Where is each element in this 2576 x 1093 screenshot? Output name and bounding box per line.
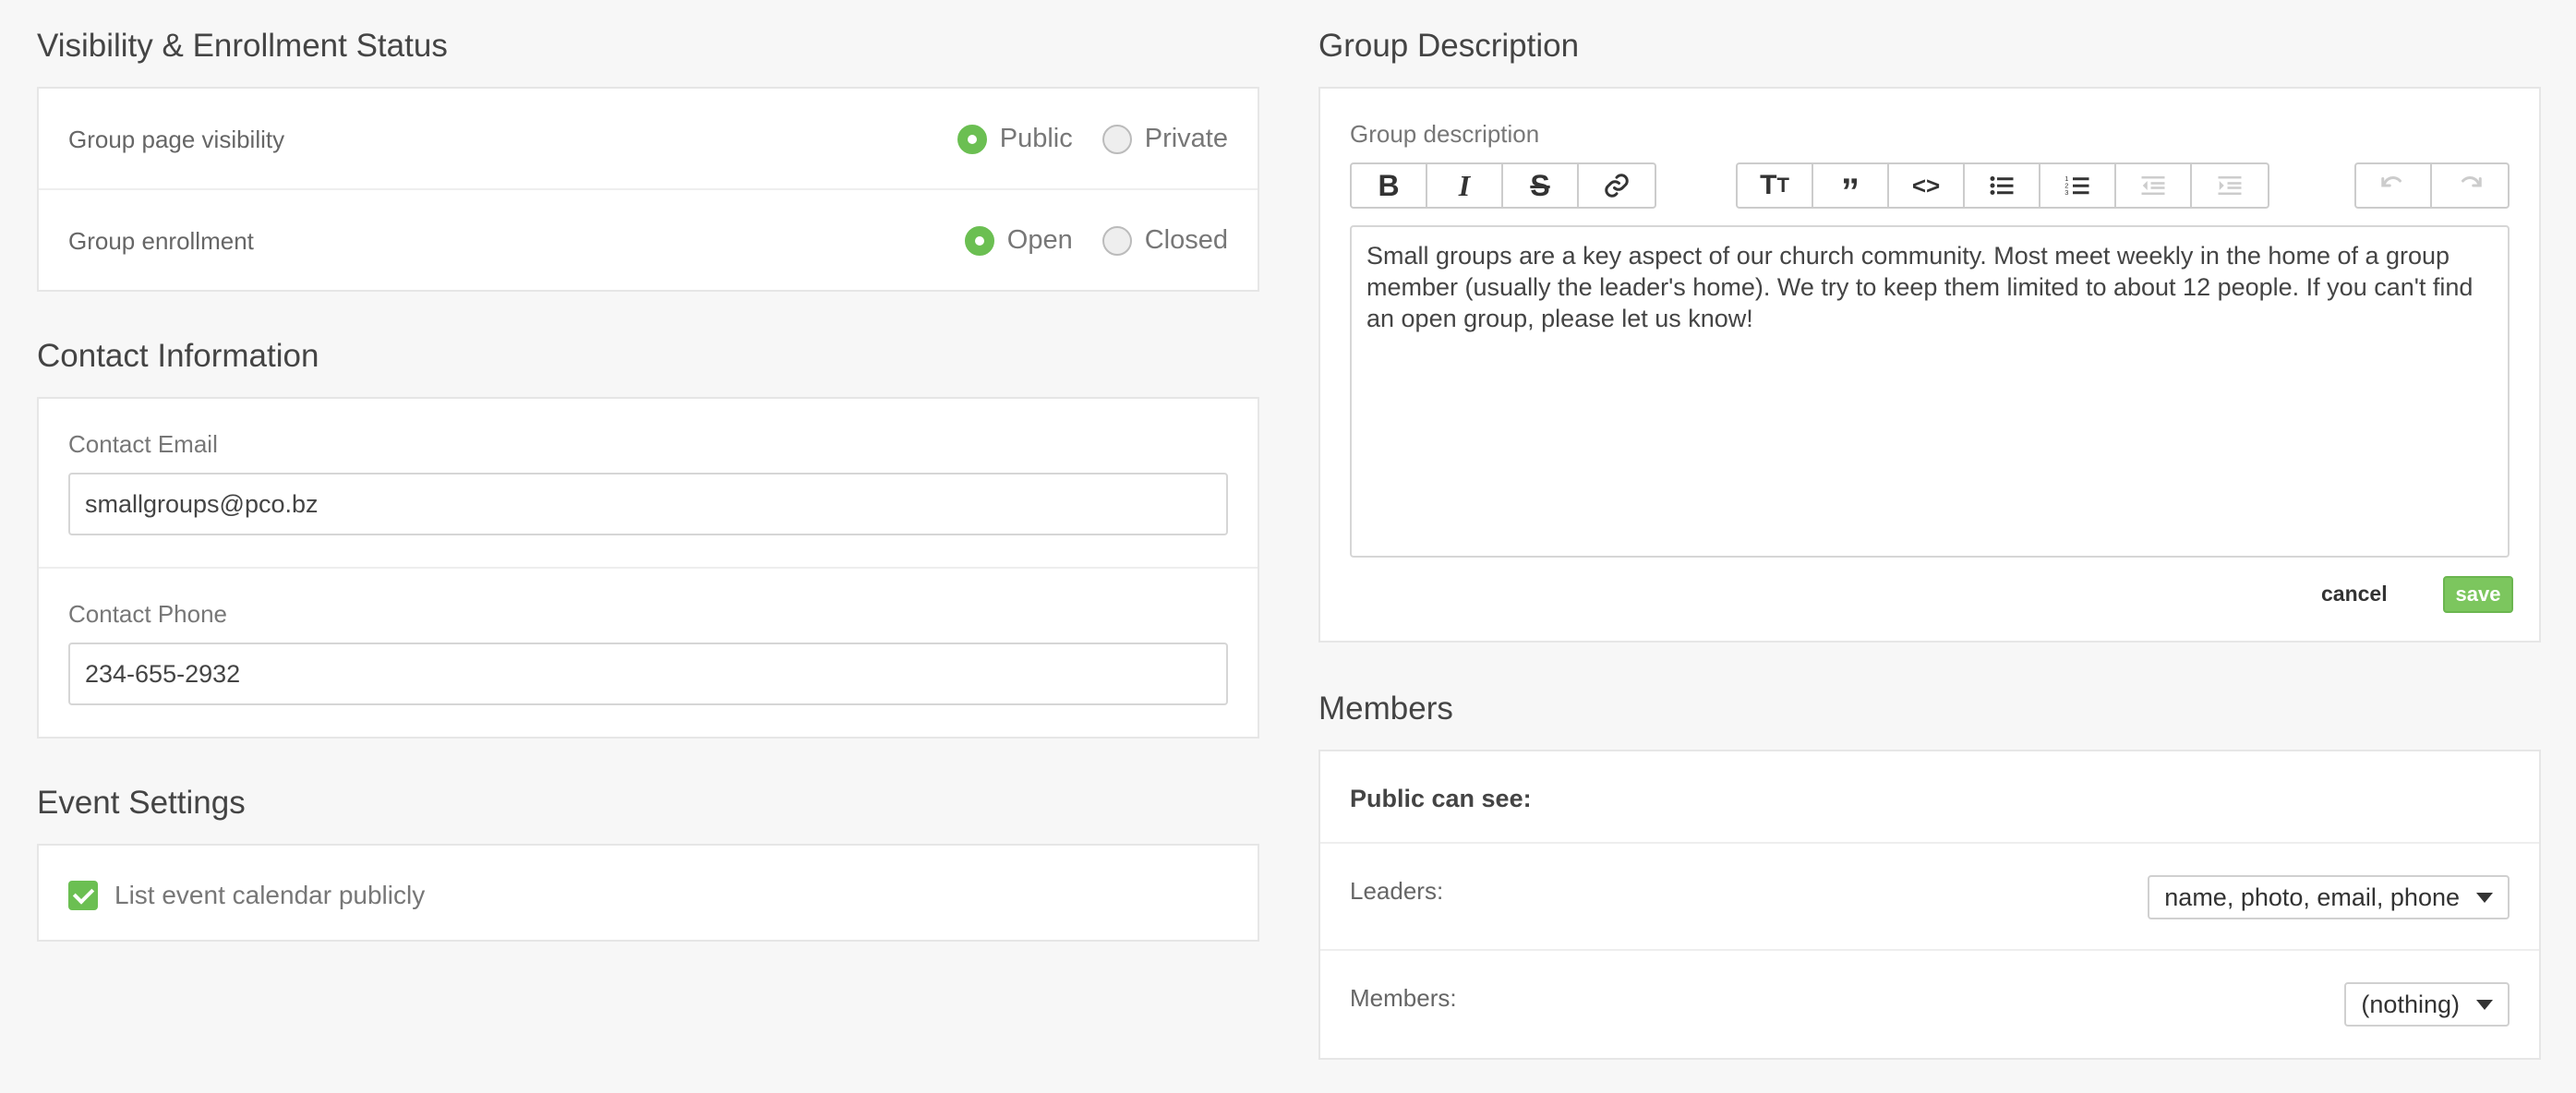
- radio-unselected-icon[interactable]: [1101, 225, 1132, 256]
- enrollment-label: Group enrollment: [68, 227, 254, 255]
- contact-email-label: Contact Email: [68, 430, 218, 458]
- members-label: Members:: [1350, 984, 1457, 1012]
- page-visibility-label: Group page visibility: [68, 126, 285, 153]
- enrollment-closed-label: Closed: [1144, 225, 1228, 255]
- members-visibility-select[interactable]: (nothing): [2344, 982, 2510, 1027]
- description-card: Group description B I S TT ” <> 123 Smal…: [1318, 87, 2541, 643]
- undo-icon[interactable]: [2356, 164, 2432, 207]
- redo-icon[interactable]: [2432, 164, 2508, 207]
- leaders-label: Leaders:: [1350, 877, 1444, 905]
- italic-icon[interactable]: I: [1427, 164, 1503, 207]
- code-icon[interactable]: <>: [1889, 164, 1965, 207]
- leaders-visibility-value: name, photo, email, phone: [2164, 883, 2460, 911]
- strikethrough-icon[interactable]: S: [1503, 164, 1579, 207]
- radio-unselected-icon[interactable]: [1101, 124, 1132, 154]
- quote-icon[interactable]: ”: [1813, 164, 1889, 207]
- enrollment-open-label: Open: [1006, 225, 1073, 255]
- leaders-row: Leaders: name, photo, email, phone: [1320, 844, 2539, 951]
- page-visibility-row: Group page visibility Public Private: [39, 89, 1258, 190]
- email-row: Contact Email smallgroups@pco.bz: [39, 399, 1258, 569]
- enrollment-closed-option[interactable]: Closed: [1101, 225, 1228, 256]
- members-section-title: Members: [1318, 691, 1453, 727]
- events-card: List event calendar publicly: [37, 844, 1259, 942]
- list-calendar-checkbox[interactable]: [68, 881, 98, 910]
- outdent-icon[interactable]: [2116, 164, 2192, 207]
- contact-phone-input[interactable]: 234-655-2932: [68, 643, 1228, 705]
- description-editor[interactable]: Small groups are a key aspect of our chu…: [1350, 225, 2510, 558]
- members-row: Members: (nothing): [1320, 951, 2539, 1058]
- public-can-see-row: Public can see:: [1320, 751, 2539, 844]
- cancel-link[interactable]: cancel: [2321, 582, 2388, 607]
- contact-card: Contact Email smallgroups@pco.bz Contact…: [37, 397, 1259, 739]
- public-can-see-label: Public can see:: [1350, 785, 1532, 812]
- contact-section-title: Contact Information: [37, 338, 319, 374]
- link-icon[interactable]: [1579, 164, 1655, 207]
- phone-row: Contact Phone 234-655-2932: [39, 569, 1258, 739]
- description-field-label: Group description: [1350, 120, 1540, 148]
- block-toolbar: TT ” <> 123: [1736, 162, 2269, 209]
- enrollment-row: Group enrollment Open Closed: [39, 190, 1258, 292]
- bullet-list-icon[interactable]: [1965, 164, 2040, 207]
- numbered-list-icon[interactable]: 123: [2040, 164, 2116, 207]
- heading-icon[interactable]: TT: [1738, 164, 1813, 207]
- visibility-public-option[interactable]: Public: [957, 124, 1073, 154]
- visibility-public-label: Public: [999, 124, 1073, 153]
- leaders-visibility-select[interactable]: name, photo, email, phone: [2148, 875, 2510, 919]
- visibility-section-title: Visibility & Enrollment Status: [37, 28, 448, 64]
- events-section-title: Event Settings: [37, 785, 246, 821]
- chevron-down-icon: [2476, 892, 2493, 903]
- description-section-title: Group Description: [1318, 28, 1580, 64]
- chevron-down-icon: [2476, 999, 2493, 1010]
- radio-selected-icon[interactable]: [964, 225, 994, 256]
- members-card: Public can see: Leaders: name, photo, em…: [1318, 750, 2541, 1060]
- visibility-private-option[interactable]: Private: [1101, 124, 1228, 154]
- visibility-private-label: Private: [1144, 124, 1228, 153]
- bold-icon[interactable]: B: [1352, 164, 1427, 207]
- indent-icon[interactable]: [2192, 164, 2268, 207]
- list-calendar-label[interactable]: List event calendar publicly: [114, 881, 425, 910]
- contact-phone-label: Contact Phone: [68, 600, 228, 628]
- radio-selected-icon[interactable]: [957, 124, 987, 154]
- format-toolbar: B I S: [1350, 162, 1656, 209]
- history-toolbar: [2354, 162, 2510, 209]
- visibility-card: Group page visibility Public Private Gro…: [37, 87, 1259, 292]
- members-visibility-value: (nothing): [2361, 990, 2460, 1018]
- save-button[interactable]: save: [2443, 576, 2513, 613]
- svg-text:3: 3: [2064, 188, 2068, 197]
- enrollment-radio-group: Open Closed: [935, 225, 1228, 256]
- contact-email-input[interactable]: smallgroups@pco.bz: [68, 473, 1228, 535]
- page-visibility-radio-group: Public Private: [928, 124, 1228, 154]
- enrollment-open-option[interactable]: Open: [964, 225, 1073, 256]
